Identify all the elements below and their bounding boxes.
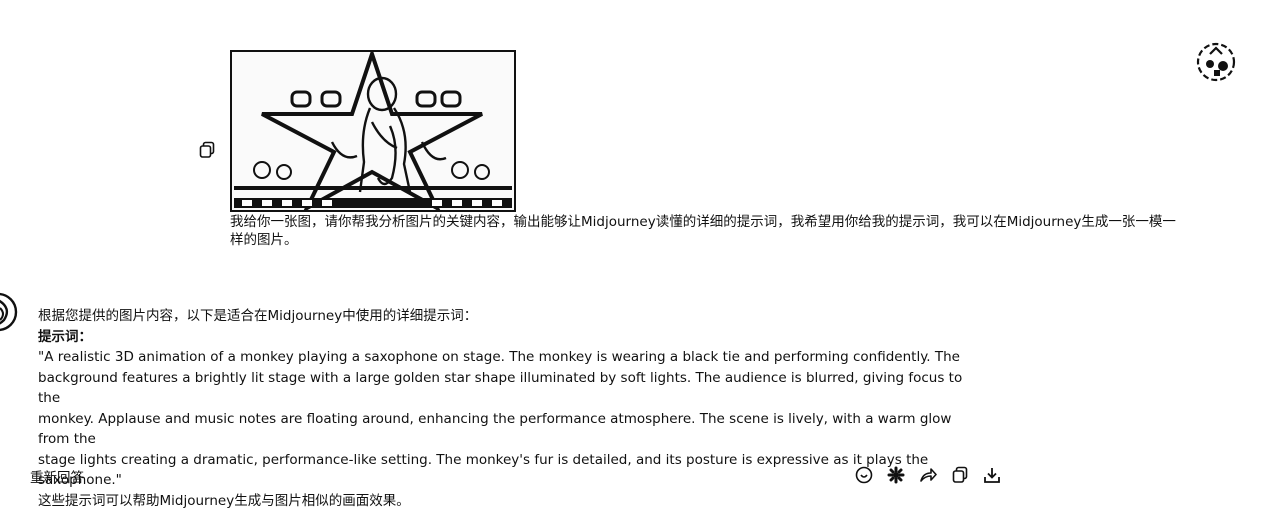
assistant-closing: 这些提示词可以帮助Midjourney生成与图片相似的画面效果。	[38, 492, 410, 509]
prompt-line: monkey. Applause and music notes are flo…	[38, 410, 956, 448]
assistant-message: 根据您提供的图片内容，以下是适合在Midjourney中使用的详细提示词： 提示…	[38, 306, 978, 511]
user-avatar-icon[interactable]	[1196, 42, 1236, 82]
assistant-intro: 根据您提供的图片内容，以下是适合在Midjourney中使用的详细提示词：	[38, 308, 478, 324]
smile-icon[interactable]	[853, 464, 875, 486]
copy-icon[interactable]	[199, 141, 215, 159]
prompt-line: stage lights creating a dramatic, perfor…	[38, 451, 933, 489]
copy-icon[interactable]	[949, 464, 971, 486]
gear-icon[interactable]	[885, 464, 907, 486]
share-icon[interactable]	[917, 464, 939, 486]
prompt-heading: 提示词：	[38, 328, 92, 345]
user-message-text: 我给你一张图，请你帮我分析图片的关键内容，输出能够让Midjourney读懂的详…	[230, 214, 1176, 248]
message-toolbar	[853, 464, 1003, 486]
regenerate-button[interactable]: 重新回答	[30, 466, 84, 486]
stage-image-graphic	[232, 52, 514, 210]
assistant-avatar-icon	[0, 290, 20, 334]
prompt-line: background features a brightly lit stage…	[38, 369, 967, 407]
uploaded-image[interactable]	[230, 50, 516, 212]
prompt-line: "A realistic 3D animation of a monkey pl…	[38, 349, 960, 365]
download-icon[interactable]	[981, 464, 1003, 486]
